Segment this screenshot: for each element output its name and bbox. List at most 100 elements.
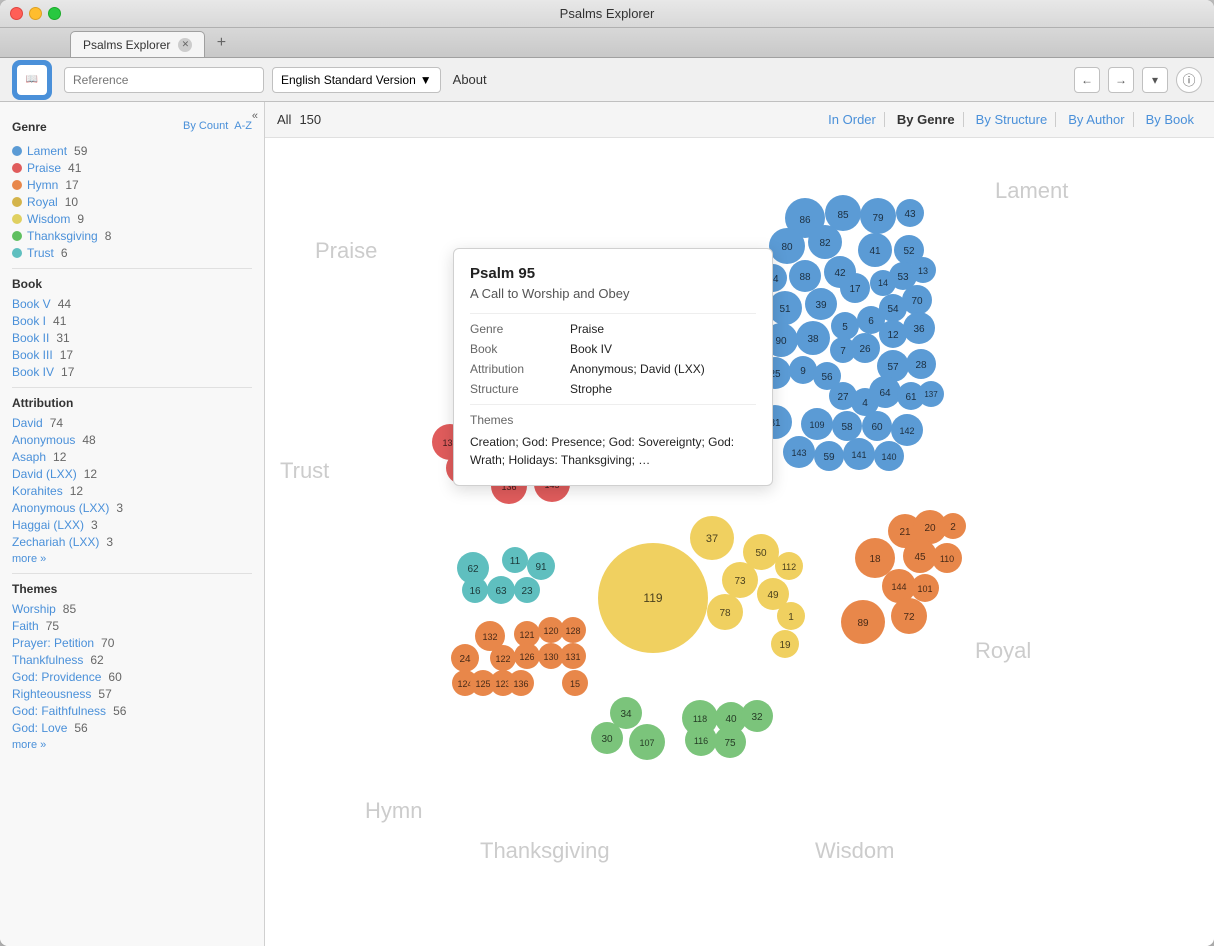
genre-item-praise[interactable]: Praise 41 xyxy=(12,161,252,175)
genre-item-thanksgiving[interactable]: Thanksgiving 8 xyxy=(12,229,252,243)
themes-more-link[interactable]: more » xyxy=(12,739,252,751)
svg-text:141: 141 xyxy=(851,450,866,460)
all-count: 150 xyxy=(299,112,321,127)
back-button[interactable]: ← xyxy=(1074,67,1100,93)
search-input[interactable] xyxy=(64,67,264,93)
svg-text:116: 116 xyxy=(694,736,708,746)
thanksgiving-count: 8 xyxy=(105,229,112,243)
new-tab-button[interactable]: + xyxy=(209,31,233,55)
genre-heading: Genre xyxy=(12,120,47,134)
book-item-IV[interactable]: Book IV 17 xyxy=(12,365,252,379)
svg-text:137: 137 xyxy=(924,390,938,399)
svg-text:6: 6 xyxy=(868,316,874,327)
dropdown-button[interactable]: ▾ xyxy=(1142,67,1168,93)
theme-faith[interactable]: Faith 75 xyxy=(12,619,252,633)
genre-by-count[interactable]: By Count xyxy=(183,120,228,132)
close-button[interactable] xyxy=(10,7,23,20)
theme-providence[interactable]: God: Providence 60 xyxy=(12,670,252,684)
version-arrow-icon: ▼ xyxy=(420,73,432,87)
svg-text:75: 75 xyxy=(724,738,736,749)
by-author-link[interactable]: By Author xyxy=(1060,112,1133,127)
book-II-label[interactable]: Book II xyxy=(12,331,49,345)
attribution-more-link[interactable]: more » xyxy=(12,553,252,565)
tab-close-button[interactable]: ✕ xyxy=(178,38,192,52)
popup-title: Psalm 95 xyxy=(470,265,756,282)
svg-text:17: 17 xyxy=(849,284,861,295)
svg-text:18: 18 xyxy=(869,554,881,565)
sidebar: « Genre By Count A-Z Lament 59 Praise 41 xyxy=(0,102,265,946)
genre-item-trust[interactable]: Trust 6 xyxy=(12,246,252,260)
book-item-III[interactable]: Book III 17 xyxy=(12,348,252,362)
sidebar-collapse-button[interactable]: « xyxy=(252,110,258,122)
wisdom-label[interactable]: Wisdom xyxy=(27,212,70,226)
attr-zechariah[interactable]: Zechariah (LXX) 3 xyxy=(12,535,252,549)
praise-label[interactable]: Praise xyxy=(27,161,61,175)
book-item-I[interactable]: Book I 41 xyxy=(12,314,252,328)
svg-text:38: 38 xyxy=(807,334,819,345)
genre-az[interactable]: A-Z xyxy=(234,120,252,132)
theme-love[interactable]: God: Love 56 xyxy=(12,721,252,735)
in-order-link[interactable]: In Order xyxy=(820,112,885,127)
attr-david-lxx[interactable]: David (LXX) 12 xyxy=(12,467,252,481)
attr-asaph[interactable]: Asaph 12 xyxy=(12,450,252,464)
all-label[interactable]: All xyxy=(277,112,291,127)
attr-korahites[interactable]: Korahites 12 xyxy=(12,484,252,498)
svg-text:26: 26 xyxy=(859,344,871,355)
theme-thankfulness[interactable]: Thankfulness 62 xyxy=(12,653,252,667)
popup-themes-row: Themes xyxy=(470,413,756,427)
svg-text:73: 73 xyxy=(734,576,746,587)
svg-text:86: 86 xyxy=(799,215,811,226)
book-IV-label[interactable]: Book IV xyxy=(12,365,54,379)
theme-faithfulness[interactable]: God: Faithfulness 56 xyxy=(12,704,252,718)
genre-item-wisdom[interactable]: Wisdom 9 xyxy=(12,212,252,226)
genre-item-lament[interactable]: Lament 59 xyxy=(12,144,252,158)
genre-item-royal[interactable]: Royal 10 xyxy=(12,195,252,209)
book-V-label[interactable]: Book V xyxy=(12,297,51,311)
about-link[interactable]: About xyxy=(449,72,491,87)
by-book-link[interactable]: By Book xyxy=(1138,112,1202,127)
titlebar: Psalms Explorer xyxy=(0,0,1214,28)
bubble-chart: Praise Lament Trust Hymn Thanksgiving Wi… xyxy=(265,138,1214,946)
hymn-label[interactable]: Hymn xyxy=(27,178,58,192)
genre-list: Lament 59 Praise 41 Hymn 17 Royal 10 xyxy=(12,144,252,260)
main-visualization: All 150 In Order By Genre By Structure B… xyxy=(265,102,1214,946)
by-genre-link[interactable]: By Genre xyxy=(889,112,964,127)
svg-text:4: 4 xyxy=(862,398,868,409)
theme-prayer[interactable]: Prayer: Petition 70 xyxy=(12,636,252,650)
book-I-label[interactable]: Book I xyxy=(12,314,46,328)
maximize-button[interactable] xyxy=(48,7,61,20)
svg-text:58: 58 xyxy=(841,422,853,433)
svg-text:20: 20 xyxy=(924,523,936,534)
book-heading: Book xyxy=(12,277,252,291)
svg-text:15: 15 xyxy=(570,679,580,689)
genre-item-hymn[interactable]: Hymn 17 xyxy=(12,178,252,192)
by-structure-link[interactable]: By Structure xyxy=(968,112,1057,127)
forward-button[interactable]: → xyxy=(1108,67,1134,93)
royal-genre-label: Royal xyxy=(975,638,1031,663)
info-button[interactable]: ⓘ xyxy=(1176,67,1202,93)
book-item-II[interactable]: Book II 31 xyxy=(12,331,252,345)
trust-label[interactable]: Trust xyxy=(27,246,54,260)
lament-label[interactable]: Lament xyxy=(27,144,67,158)
hymn-count: 17 xyxy=(65,178,78,192)
version-dropdown[interactable]: English Standard Version ▼ xyxy=(272,67,441,93)
theme-righteousness[interactable]: Righteousness 57 xyxy=(12,687,252,701)
book-III-count: 17 xyxy=(60,348,73,362)
book-item-V[interactable]: Book V 44 xyxy=(12,297,252,311)
popup-genre-value: Praise xyxy=(570,322,756,336)
royal-label[interactable]: Royal xyxy=(27,195,58,209)
svg-text:19: 19 xyxy=(779,640,791,651)
main-tab[interactable]: Psalms Explorer ✕ xyxy=(70,31,205,57)
thanksgiving-label[interactable]: Thanksgiving xyxy=(27,229,98,243)
praise-genre-label: Praise xyxy=(315,238,377,263)
attr-haggai[interactable]: Haggai (LXX) 3 xyxy=(12,518,252,532)
svg-text:110: 110 xyxy=(940,554,954,564)
theme-worship[interactable]: Worship 85 xyxy=(12,602,252,616)
popup-structure-value: Strophe xyxy=(570,382,756,396)
attr-anonymous[interactable]: Anonymous 48 xyxy=(12,433,252,447)
attr-anon-lxx[interactable]: Anonymous (LXX) 3 xyxy=(12,501,252,515)
attr-david[interactable]: David 74 xyxy=(12,416,252,430)
minimize-button[interactable] xyxy=(29,7,42,20)
svg-text:5: 5 xyxy=(842,322,848,333)
book-III-label[interactable]: Book III xyxy=(12,348,53,362)
